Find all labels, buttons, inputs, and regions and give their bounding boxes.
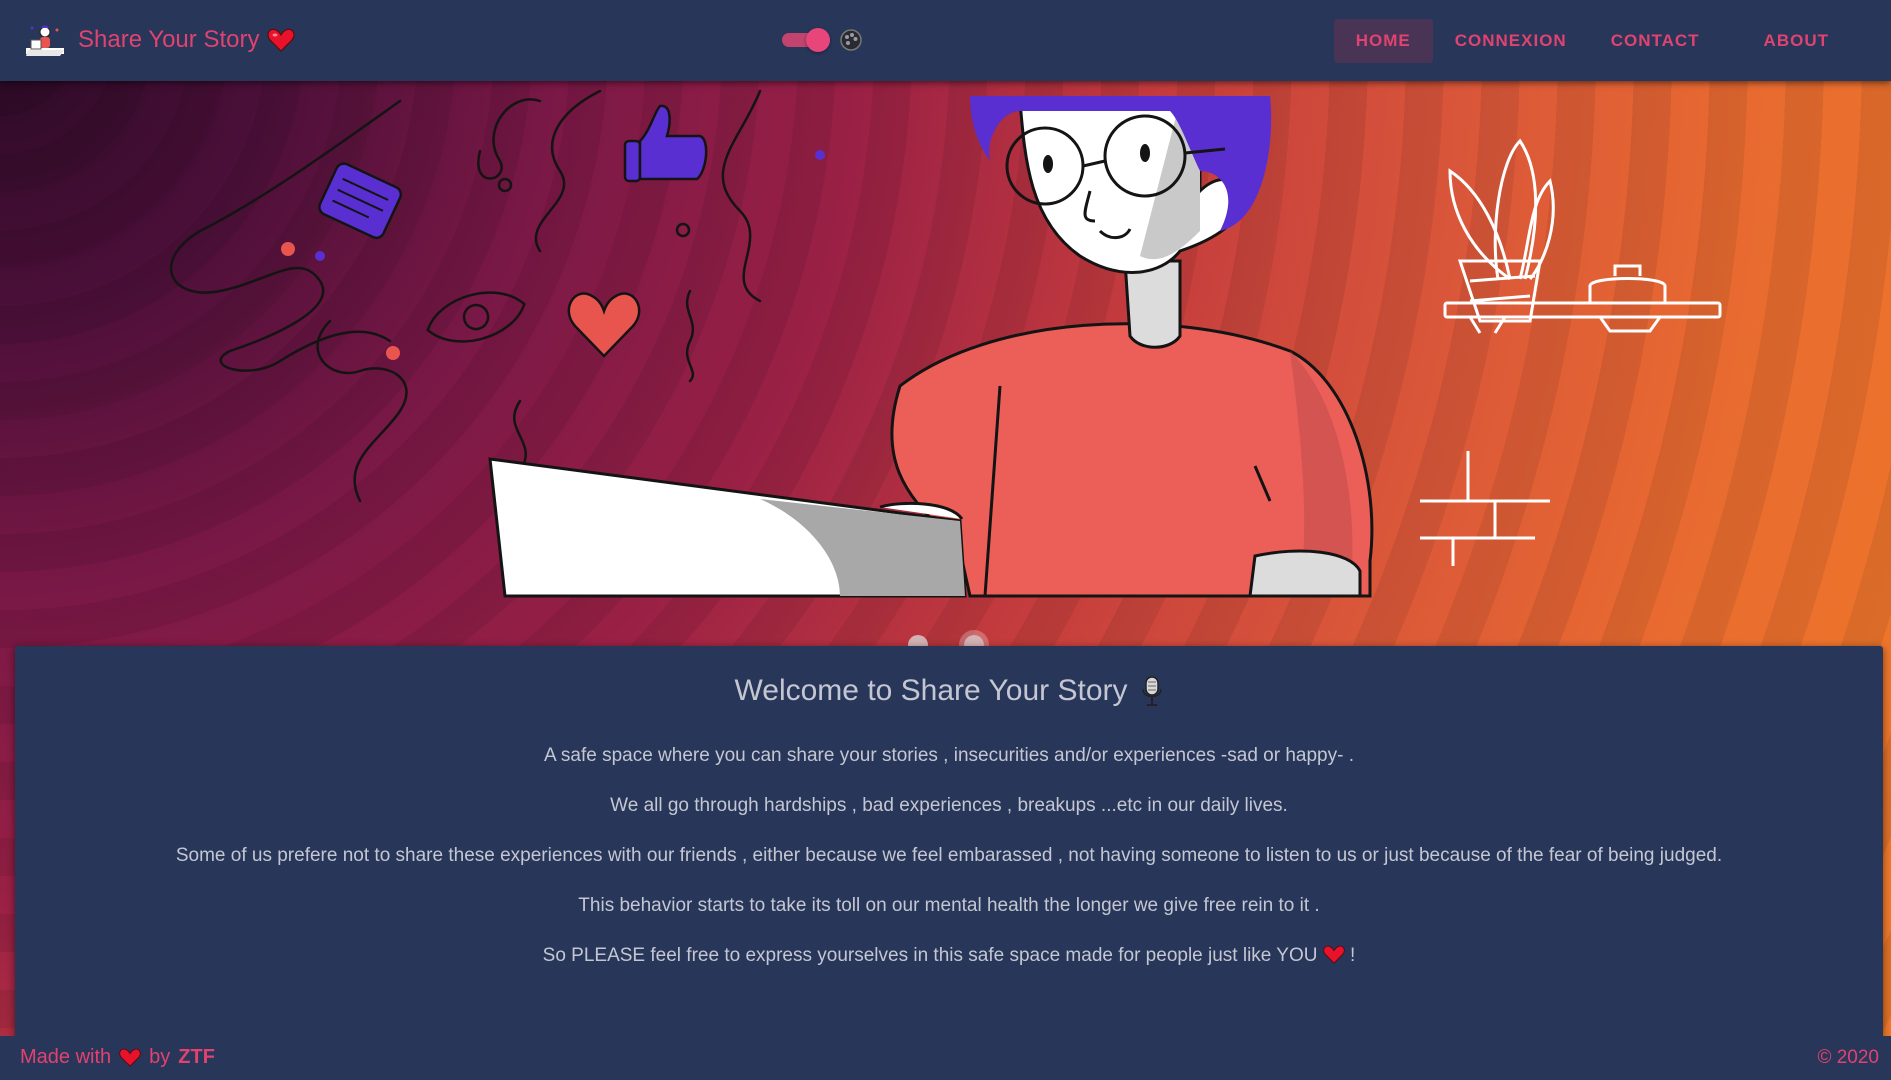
- nav-contact[interactable]: CONTACT: [1589, 19, 1722, 63]
- footer-made-with: Made with: [20, 1046, 112, 1068]
- welcome-exclamation: !: [1350, 945, 1356, 966]
- heart-icon: [119, 1048, 141, 1067]
- footer-by: by: [149, 1046, 171, 1068]
- microphone-icon: [1141, 676, 1162, 706]
- navbar: Share Your Story HOME CONNEXION CONTACT …: [0, 0, 1891, 81]
- welcome-title-row: Welcome to Share Your Story: [15, 669, 1883, 713]
- welcome-paragraph: This behavior starts to take its toll on…: [578, 895, 1320, 916]
- welcome-paragraph-last-text: So PLEASE feel free to express yourselve…: [542, 945, 1318, 966]
- welcome-title: Welcome to Share Your Story: [734, 674, 1128, 707]
- brand[interactable]: Share Your Story: [24, 20, 296, 60]
- hero-carousel: [0, 81, 1891, 655]
- welcome-paragraph-last: So PLEASE feel free to express yourselve…: [15, 943, 1883, 969]
- welcome-card: Welcome to Share Your Story A safe space…: [15, 646, 1883, 1046]
- footer-copyright: © 2020: [1817, 1047, 1879, 1068]
- welcome-paragraph: We all go through hardships , bad experi…: [610, 795, 1288, 816]
- nav-links: HOME CONNEXION CONTACT ABOUT: [1333, 19, 1891, 63]
- nav-connexion[interactable]: CONNEXION: [1433, 19, 1589, 63]
- brand-name: Share Your Story: [78, 26, 260, 53]
- theme-toggle[interactable]: [780, 27, 832, 52]
- heart-icon: [1323, 945, 1345, 964]
- palette-icon[interactable]: [840, 29, 862, 51]
- footer: Made with by ZTF © 2020: [0, 1036, 1891, 1080]
- laptop-person-icon: [26, 25, 64, 56]
- welcome-paragraph: A safe space where you can share your st…: [543, 745, 1355, 766]
- nav-home[interactable]: HOME: [1333, 19, 1433, 63]
- footer-credit: Made with by ZTF: [20, 1046, 215, 1069]
- nav-about[interactable]: ABOUT: [1742, 19, 1851, 63]
- toggle-knob[interactable]: [806, 28, 830, 52]
- hero-illustration: [169, 89, 1722, 598]
- welcome-paragraph: Some of us prefere not to share these ex…: [175, 845, 1723, 866]
- welcome-text: A safe space where you can share your st…: [15, 743, 1883, 969]
- footer-author[interactable]: ZTF: [178, 1046, 215, 1069]
- heart-icon: [267, 28, 296, 52]
